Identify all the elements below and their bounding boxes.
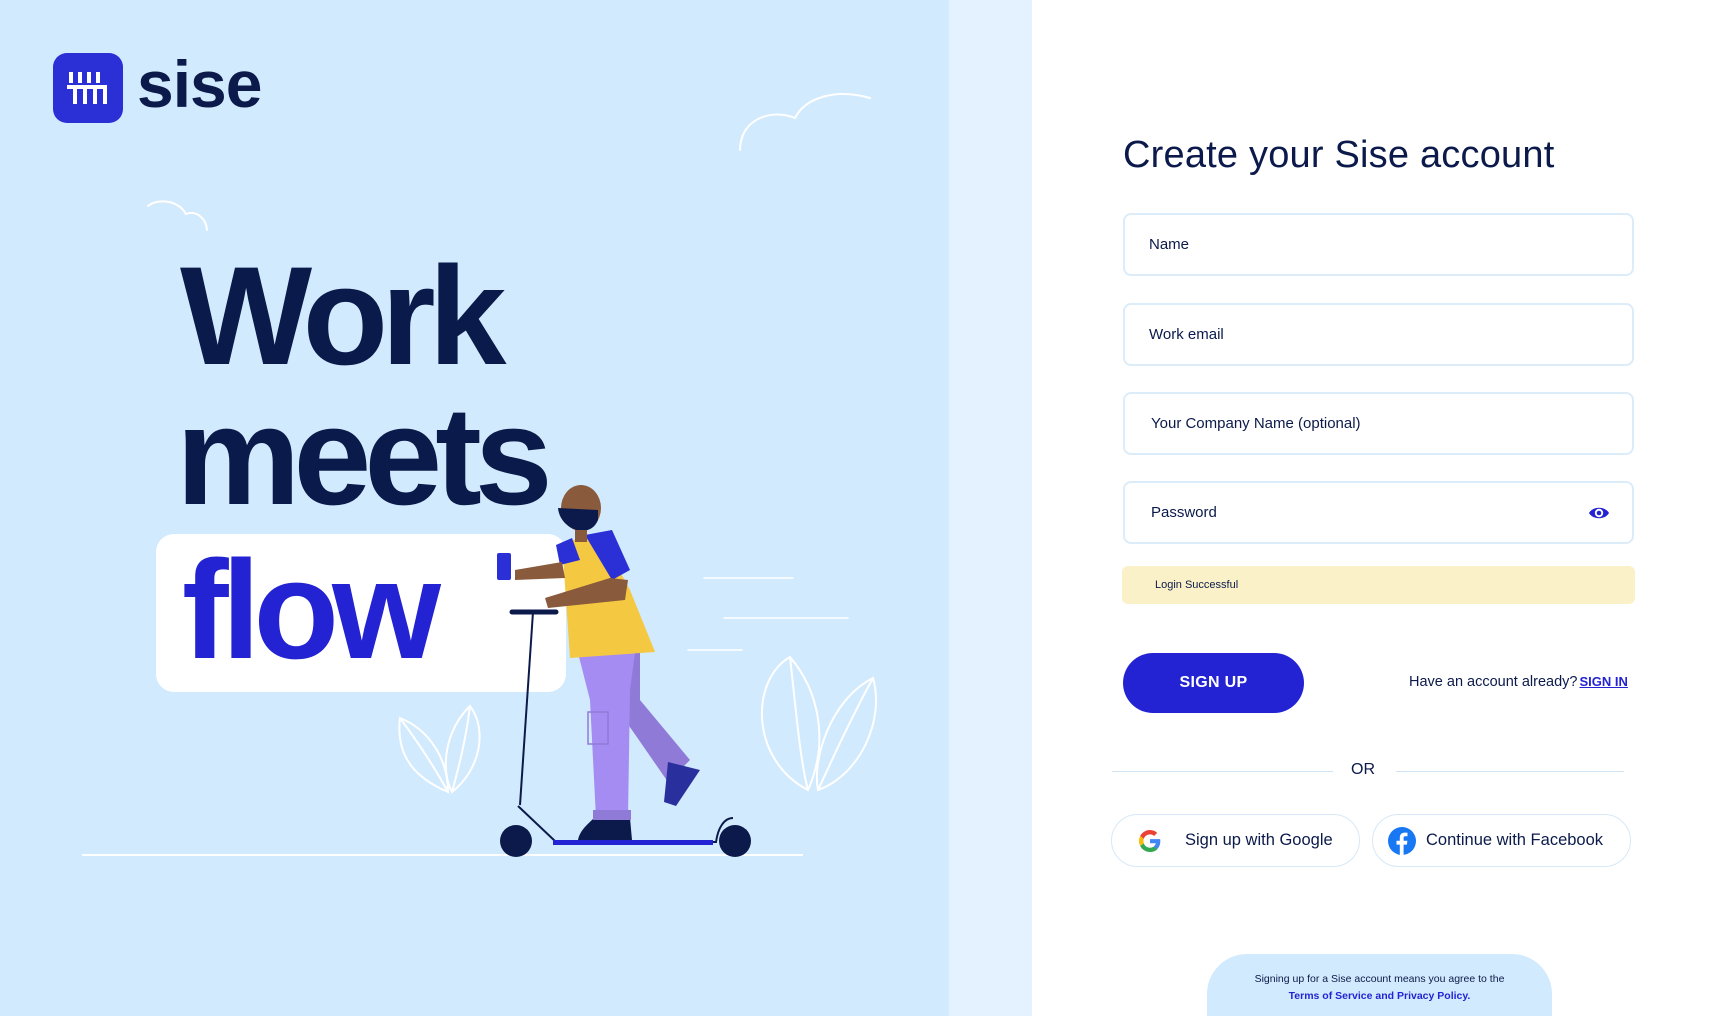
logo[interactable]: sise	[53, 47, 262, 123]
divider-right	[1396, 771, 1624, 772]
divider-left	[1112, 771, 1333, 772]
cloud-icon	[147, 200, 208, 231]
facebook-label: Continue with Facebook	[1426, 831, 1604, 849]
google-signup-button[interactable]: Sign up with Google	[1111, 814, 1360, 867]
headline-work: Work	[180, 237, 506, 394]
logo-mark-icon	[53, 53, 123, 123]
headline-meets: meets	[176, 377, 553, 534]
google-icon	[1139, 829, 1161, 852]
headline-flow: flow	[182, 531, 441, 688]
hero-panel: sise Work meets flow	[0, 0, 949, 1016]
terms-link[interactable]: Terms of Service and Privacy Policy.	[1207, 988, 1552, 1005]
logo-glyph-icon	[67, 72, 107, 104]
eye-icon[interactable]	[1588, 503, 1610, 523]
email-field[interactable]	[1123, 303, 1634, 366]
google-label: Sign up with Google	[1185, 831, 1333, 849]
logo-wordmark: sise	[137, 47, 262, 121]
terms-text: Signing up for a Sise account means you …	[1254, 973, 1505, 985]
name-input[interactable]	[1125, 215, 1632, 274]
sign-up-button[interactable]: SIGN UP	[1123, 653, 1304, 713]
facebook-signup-button[interactable]: Continue with Facebook	[1372, 814, 1631, 867]
email-input[interactable]	[1125, 305, 1632, 364]
password-input[interactable]	[1125, 483, 1632, 542]
panel-divider	[949, 0, 1032, 1016]
alert-message: Login Successful	[1155, 579, 1239, 591]
facebook-icon	[1388, 826, 1416, 855]
company-input[interactable]	[1125, 394, 1632, 453]
sign-in-link[interactable]: SIGN IN	[1579, 674, 1627, 689]
name-field[interactable]	[1123, 213, 1634, 276]
have-account-text: Have an account already?	[1409, 674, 1578, 690]
status-alert: Login Successful	[1122, 566, 1635, 604]
signin-prompt: Have an account already? SIGN IN	[1409, 674, 1628, 690]
terms-notice: Signing up for a Sise account means you …	[1207, 954, 1552, 1016]
page-title: Create your Sise account	[1123, 134, 1555, 176]
or-separator: OR	[1351, 761, 1375, 778]
password-field[interactable]	[1123, 481, 1634, 544]
cloud-icon	[739, 93, 871, 151]
company-field[interactable]	[1123, 392, 1634, 455]
